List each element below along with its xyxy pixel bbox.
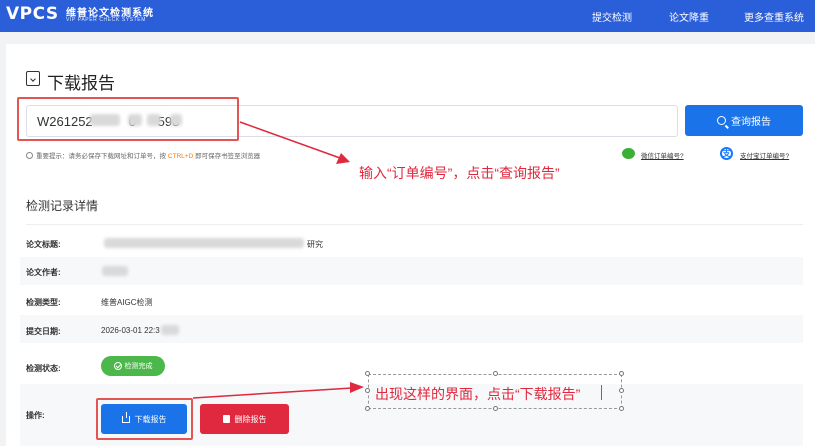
resize-handle[interactable] — [619, 388, 624, 393]
resize-handle[interactable] — [619, 406, 624, 411]
annotation-step2: 出现这样的界面，点击“下载报告” — [375, 386, 581, 402]
resize-handle[interactable] — [365, 388, 370, 393]
resize-handle[interactable] — [493, 406, 498, 411]
resize-handle[interactable] — [619, 371, 624, 376]
annotation-step1: 输入“订单编号”，点击“查询报告” — [359, 165, 560, 181]
resize-handle[interactable] — [365, 406, 370, 411]
resize-handle[interactable] — [493, 371, 498, 376]
resize-handle[interactable] — [365, 371, 370, 376]
text-cursor — [601, 385, 602, 400]
